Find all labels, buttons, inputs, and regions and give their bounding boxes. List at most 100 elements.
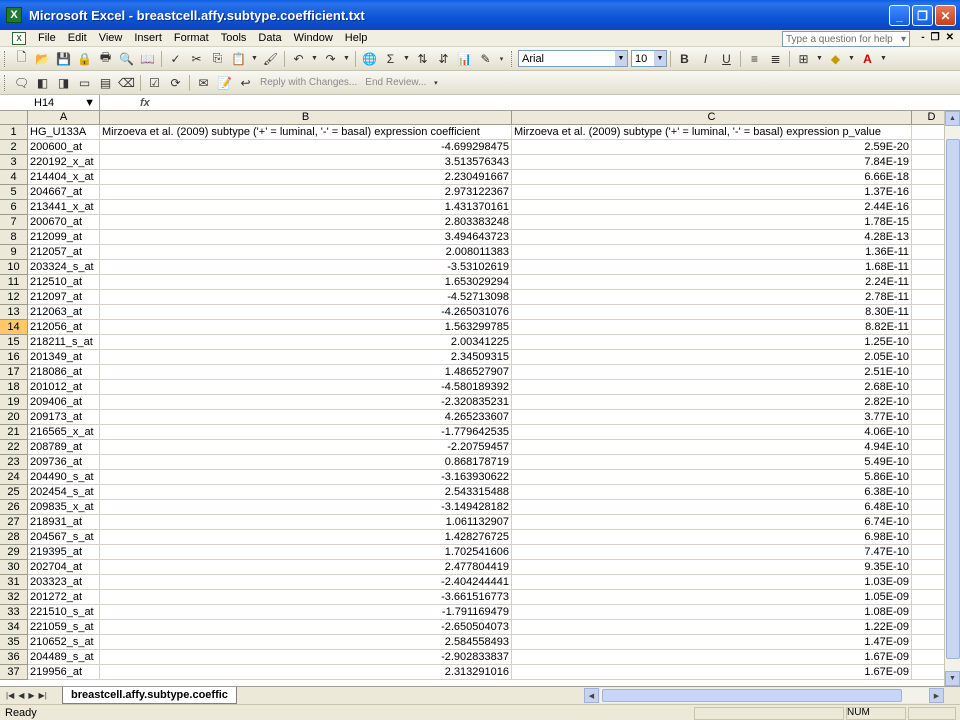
- fill-color-dropdown-icon[interactable]: ▼: [847, 49, 856, 68]
- show-all-comments-icon[interactable]: ▤: [96, 73, 115, 92]
- new-icon[interactable]: 🗋: [12, 49, 31, 68]
- row-header[interactable]: 28: [0, 530, 28, 545]
- borders-icon[interactable]: ⊞: [794, 49, 813, 68]
- end-review-button[interactable]: End Review...: [365, 77, 426, 88]
- menu-format[interactable]: Format: [168, 32, 215, 44]
- cell-d[interactable]: [912, 650, 944, 665]
- cell-b[interactable]: -2.20759457: [100, 440, 512, 455]
- cell-b[interactable]: -3.163930622: [100, 470, 512, 485]
- cell-a[interactable]: 200600_at: [28, 140, 100, 155]
- sort-descending-icon[interactable]: ⇵: [434, 49, 453, 68]
- cell-b[interactable]: -3.149428182: [100, 500, 512, 515]
- scroll-up-icon[interactable]: ▲: [945, 111, 960, 126]
- cell-d[interactable]: [912, 230, 944, 245]
- cell-d[interactable]: [912, 545, 944, 560]
- row-header[interactable]: 31: [0, 575, 28, 590]
- cell-b[interactable]: 2.543315488: [100, 485, 512, 500]
- title-bar[interactable]: X Microsoft Excel - breastcell.affy.subt…: [0, 0, 960, 30]
- cell-d[interactable]: [912, 410, 944, 425]
- cell-b[interactable]: 0.868178719: [100, 455, 512, 470]
- cell-b[interactable]: -2.404244441: [100, 575, 512, 590]
- row-header[interactable]: 2: [0, 140, 28, 155]
- cell-a[interactable]: 219956_at: [28, 665, 100, 680]
- cell-c[interactable]: 1.67E-09: [512, 665, 912, 680]
- autosum-icon[interactable]: Σ: [381, 49, 400, 68]
- new-comment-icon[interactable]: 🗨: [12, 73, 31, 92]
- cell-b[interactable]: -2.902833837: [100, 650, 512, 665]
- track-changes-icon[interactable]: 📝: [215, 73, 234, 92]
- cell-c[interactable]: 7.84E-19: [512, 155, 912, 170]
- cell-a[interactable]: 209835_x_at: [28, 500, 100, 515]
- cell-a[interactable]: 209406_at: [28, 395, 100, 410]
- cell-d[interactable]: [912, 395, 944, 410]
- cell-c[interactable]: 5.86E-10: [512, 470, 912, 485]
- name-box[interactable]: H14 ▼: [0, 95, 100, 110]
- cell-c[interactable]: 3.77E-10: [512, 410, 912, 425]
- cell-a[interactable]: 209736_at: [28, 455, 100, 470]
- cell-a[interactable]: 212063_at: [28, 305, 100, 320]
- cell-b[interactable]: 4.265233607: [100, 410, 512, 425]
- cell-c[interactable]: 1.05E-09: [512, 590, 912, 605]
- sheet-tab[interactable]: breastcell.affy.subtype.coeffic: [62, 686, 237, 704]
- cell-c[interactable]: 1.08E-09: [512, 605, 912, 620]
- cut-icon[interactable]: ✂: [187, 49, 206, 68]
- doc-minimize-button[interactable]: -: [921, 32, 924, 43]
- cell-c[interactable]: 1.68E-11: [512, 260, 912, 275]
- row-header[interactable]: 16: [0, 350, 28, 365]
- cell-b[interactable]: -2.650504073: [100, 620, 512, 635]
- bold-button[interactable]: B: [675, 49, 694, 68]
- redo-icon[interactable]: ↷: [321, 49, 340, 68]
- cell-c[interactable]: 1.03E-09: [512, 575, 912, 590]
- column-header-d[interactable]: D: [912, 111, 944, 125]
- row-header[interactable]: 18: [0, 380, 28, 395]
- scroll-left-icon[interactable]: ◀: [584, 688, 599, 703]
- borders-dropdown-icon[interactable]: ▼: [815, 49, 824, 68]
- menu-view[interactable]: View: [93, 32, 129, 44]
- font-name-select[interactable]: Arial ▼: [518, 50, 628, 67]
- vertical-scroll-thumb[interactable]: [946, 139, 960, 659]
- toolbar-grip[interactable]: [511, 50, 514, 67]
- row-header[interactable]: 27: [0, 515, 28, 530]
- row-header[interactable]: 34: [0, 620, 28, 635]
- cell-a[interactable]: 203324_s_at: [28, 260, 100, 275]
- sort-ascending-icon[interactable]: ⇅: [413, 49, 432, 68]
- menu-file[interactable]: File: [32, 32, 62, 44]
- send-to-mail-icon[interactable]: ✉: [194, 73, 213, 92]
- cell-d[interactable]: [912, 530, 944, 545]
- cell-b[interactable]: 2.584558493: [100, 635, 512, 650]
- cell-c[interactable]: 6.66E-18: [512, 170, 912, 185]
- cell-d[interactable]: [912, 515, 944, 530]
- cell-a[interactable]: 212510_at: [28, 275, 100, 290]
- menu-help[interactable]: Help: [339, 32, 374, 44]
- cell-b[interactable]: 2.008011383: [100, 245, 512, 260]
- row-header[interactable]: 6: [0, 200, 28, 215]
- chevron-down-icon[interactable]: ▼: [654, 51, 666, 66]
- copy-icon[interactable]: ⎘: [208, 49, 227, 68]
- cell-a[interactable]: 221510_s_at: [28, 605, 100, 620]
- cell-c[interactable]: 2.05E-10: [512, 350, 912, 365]
- format-painter-icon[interactable]: 🖌: [261, 49, 280, 68]
- cell-b[interactable]: -1.779642535: [100, 425, 512, 440]
- row-header[interactable]: 9: [0, 245, 28, 260]
- column-header-a[interactable]: A: [28, 111, 100, 125]
- delete-comment-icon[interactable]: ⌫: [117, 73, 136, 92]
- cell-d[interactable]: [912, 170, 944, 185]
- cell-d[interactable]: [912, 125, 944, 140]
- cell-d[interactable]: [912, 140, 944, 155]
- menu-data[interactable]: Data: [252, 32, 287, 44]
- row-header[interactable]: 8: [0, 230, 28, 245]
- cell-d[interactable]: [912, 155, 944, 170]
- cell-d[interactable]: [912, 290, 944, 305]
- cell-a[interactable]: 204489_s_at: [28, 650, 100, 665]
- cell-d[interactable]: [912, 455, 944, 470]
- cell-b[interactable]: -4.265031076: [100, 305, 512, 320]
- cell-a[interactable]: 216565_x_at: [28, 425, 100, 440]
- research-icon[interactable]: 📖: [138, 49, 157, 68]
- row-header[interactable]: 1: [0, 125, 28, 140]
- row-header[interactable]: 13: [0, 305, 28, 320]
- cell-a[interactable]: 204567_s_at: [28, 530, 100, 545]
- cell-c[interactable]: 2.24E-11: [512, 275, 912, 290]
- align-left-icon[interactable]: ≡: [745, 49, 764, 68]
- scroll-down-icon[interactable]: ▼: [945, 671, 960, 686]
- cell-c[interactable]: 4.06E-10: [512, 425, 912, 440]
